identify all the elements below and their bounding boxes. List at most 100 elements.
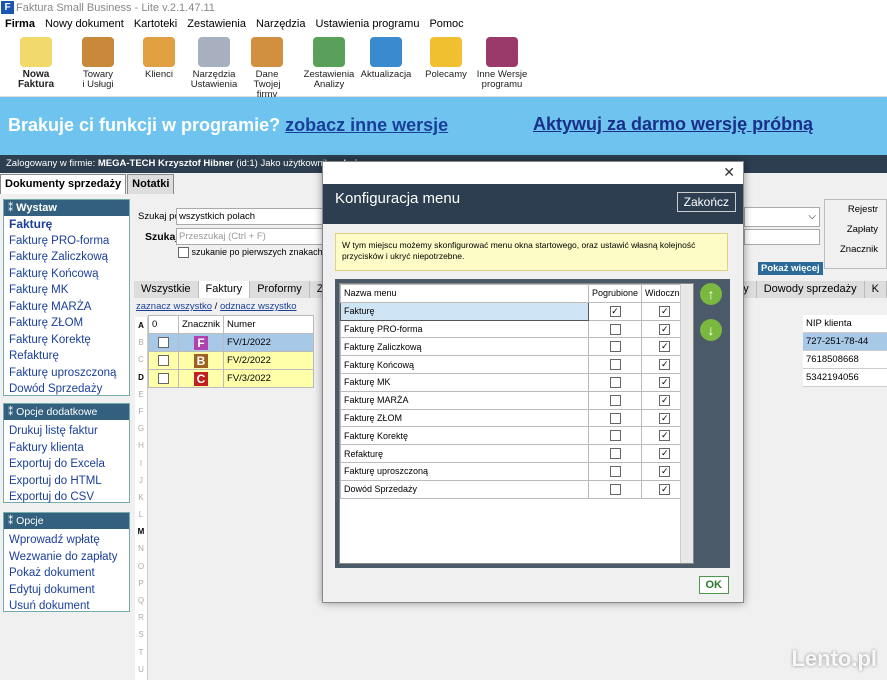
panel_wystaw-item-2[interactable]: Fakturę Zaliczkową (4, 249, 129, 266)
visible-checkbox[interactable]: ✓ (659, 430, 671, 442)
letter-index-12[interactable]: M (135, 523, 147, 540)
menu-1[interactable]: Nowy dokument (40, 16, 129, 33)
letter-index-13[interactable]: N (135, 540, 147, 557)
table-row[interactable]: C FV/3/2022 (148, 369, 315, 388)
toolbar-button-6[interactable]: Aktualizacja (360, 37, 412, 80)
menu-item-name[interactable]: Fakturę Końcową (340, 355, 589, 374)
menu-item-row[interactable]: Fakturę MARŻA ✓ (340, 390, 689, 410)
bold-checkbox[interactable]: ✓ (609, 305, 621, 317)
panel_wystaw-item-5[interactable]: Fakturę MARŻA (4, 299, 129, 316)
select-all-link[interactable]: zaznacz wszystko (136, 301, 212, 312)
panel_opcje-item-1[interactable]: Wezwanie do zapłaty (4, 549, 129, 566)
menu-item-name[interactable]: Fakturę MARŻA (340, 390, 589, 410)
menu-item-name[interactable]: Fakturę Zaliczkową (340, 337, 589, 357)
visible-checkbox[interactable]: ✓ (659, 359, 671, 371)
move-up-icon[interactable]: ↑ (700, 283, 722, 305)
row-select-cell[interactable] (148, 333, 179, 352)
letter-index-6[interactable]: G (135, 420, 147, 437)
panel_opcje_dod-item-1[interactable]: Faktury klienta (4, 440, 129, 457)
menu-item-name[interactable]: Fakturę ZŁOM (340, 408, 589, 428)
filter-tab-0[interactable]: Wszystkie (134, 281, 199, 298)
letter-index-9[interactable]: J (135, 472, 147, 489)
letter-index-3[interactable]: D (135, 369, 147, 386)
panel_wystaw-item-1[interactable]: Fakturę PRO-forma (4, 233, 129, 250)
panel_wystaw-item-4[interactable]: Fakturę MK (4, 282, 129, 299)
menu-item-name[interactable]: Fakturę uproszczoną (340, 461, 589, 481)
bold-checkbox[interactable] (609, 430, 621, 442)
menu-item-row[interactable]: Fakturę Końcową ✓ (340, 355, 689, 374)
menu-item-row[interactable]: Fakturę uproszczoną ✓ (340, 461, 689, 481)
bold-checkbox[interactable] (609, 376, 621, 388)
activate-trial-link[interactable]: Aktywuj za darmo wersję próbną (533, 114, 813, 135)
panel_wystaw-item-9[interactable]: Fakturę uproszczoną (4, 365, 129, 382)
panel_opcje_dod-item-4[interactable]: Exportuj do CSV (4, 489, 129, 506)
filter-tab-right-1[interactable]: Dowody sprzedaży (757, 281, 865, 298)
toolbar-button-0[interactable]: Nowa Faktura (10, 37, 62, 90)
panel_wystaw-item-3[interactable]: Fakturę Końcową (4, 266, 129, 283)
move-down-icon[interactable]: ↓ (700, 319, 722, 341)
panel_opcje-item-3[interactable]: Edytuj dokument (4, 582, 129, 599)
bold-checkbox[interactable] (609, 465, 621, 477)
search-field-select[interactable]: wszystkich polach (176, 208, 326, 225)
close-icon[interactable]: ✕ (723, 164, 735, 181)
panel_opcje_dod-item-0[interactable]: Drukuj listę faktur (4, 423, 129, 440)
visible-checkbox[interactable]: ✓ (659, 465, 671, 477)
visible-checkbox[interactable]: ✓ (659, 376, 671, 388)
letter-index-7[interactable]: H (135, 437, 147, 454)
menu-item-name[interactable]: Fakturę PRO-forma (340, 319, 589, 339)
table-header-1[interactable]: Znacznik (177, 315, 225, 334)
row-select-cell[interactable] (148, 351, 179, 370)
toolbar-button-7[interactable]: Polecamy (420, 37, 472, 80)
bold-checkbox[interactable] (609, 359, 621, 371)
bold-checkbox[interactable] (609, 448, 621, 460)
menu-table-scrollbar[interactable] (680, 284, 693, 563)
other-versions-link[interactable]: zobacz inne wersje (285, 115, 448, 135)
menu-item-row[interactable]: Fakturę ZŁOM ✓ (340, 408, 689, 428)
menu-item-name[interactable]: Dowód Sprzedaży (340, 479, 589, 499)
first-chars-option[interactable]: szukanie po pierwszych znakach (178, 247, 323, 259)
visible-checkbox[interactable]: ✓ (659, 323, 671, 335)
row-checkbox[interactable] (158, 372, 169, 384)
menu-item-name[interactable]: Fakturę (340, 301, 589, 321)
search-extra-field[interactable] (744, 229, 820, 245)
menu-item-row[interactable]: Fakturę PRO-forma ✓ (340, 319, 689, 339)
letter-index-15[interactable]: P (135, 575, 147, 592)
table-header-0[interactable]: 0 (148, 315, 179, 334)
menu-item-name[interactable]: Fakturę MK (340, 372, 589, 392)
visible-checkbox[interactable]: ✓ (659, 305, 671, 317)
visible-checkbox[interactable]: ✓ (659, 448, 671, 460)
tab-notes[interactable]: Notatki (127, 174, 175, 194)
deselect-all-link[interactable]: odznacz wszystko (220, 301, 297, 312)
toolbar-button-5[interactable]: Zestawienia Analizy (303, 37, 355, 90)
menu-item-row[interactable]: Fakturę Zaliczkową ✓ (340, 337, 689, 357)
letter-index-0[interactable]: A (135, 317, 147, 334)
menu-item-name[interactable]: Fakturę Korektę (340, 426, 589, 446)
toolbar-button-1[interactable]: Towary i Usługi (72, 37, 124, 90)
bold-checkbox[interactable] (609, 483, 621, 495)
tab-sales-documents[interactable]: Dokumenty sprzedaży (0, 174, 127, 194)
filter-tab-right-2[interactable]: K (865, 281, 887, 298)
menu-item-row[interactable]: Refakturę ✓ (340, 444, 689, 463)
nip-header[interactable]: NIP klienta (803, 315, 887, 333)
menu-item-row[interactable]: Dowód Sprzedaży ✓ (340, 479, 689, 499)
ok-button[interactable]: OK (698, 576, 729, 594)
panel_wystaw-item-7[interactable]: Fakturę Korektę (4, 332, 129, 349)
visible-checkbox[interactable]: ✓ (659, 394, 671, 406)
panel_opcje-item-2[interactable]: Pokaż dokument (4, 565, 129, 582)
panel_opcje_dod-item-3[interactable]: Exportuj do HTML (4, 473, 129, 490)
letter-index-1[interactable]: B (135, 334, 147, 351)
panel_opcje-item-0[interactable]: Wprowadź wpłatę (4, 532, 129, 549)
panel_opcje-item-4[interactable]: Usuń dokument (4, 598, 129, 615)
bold-checkbox[interactable] (609, 394, 621, 406)
first-chars-checkbox[interactable] (178, 247, 189, 259)
panel_wystaw-item-10[interactable]: Dowód Sprzedaży (4, 381, 129, 398)
toolbar-button-3[interactable]: Narzędzia Ustawienia (188, 37, 240, 90)
visible-checkbox[interactable]: ✓ (659, 412, 671, 424)
letter-index-14[interactable]: O (135, 558, 147, 575)
menu-item-name[interactable]: Refakturę (340, 444, 589, 463)
menu-item-row[interactable]: Fakturę Korektę ✓ (340, 426, 689, 446)
menu-item-row[interactable]: Fakturę MK ✓ (340, 372, 689, 392)
bold-checkbox[interactable] (609, 323, 621, 335)
menu-4[interactable]: Narzędzia (251, 16, 311, 33)
letter-index-4[interactable]: E (135, 386, 147, 403)
